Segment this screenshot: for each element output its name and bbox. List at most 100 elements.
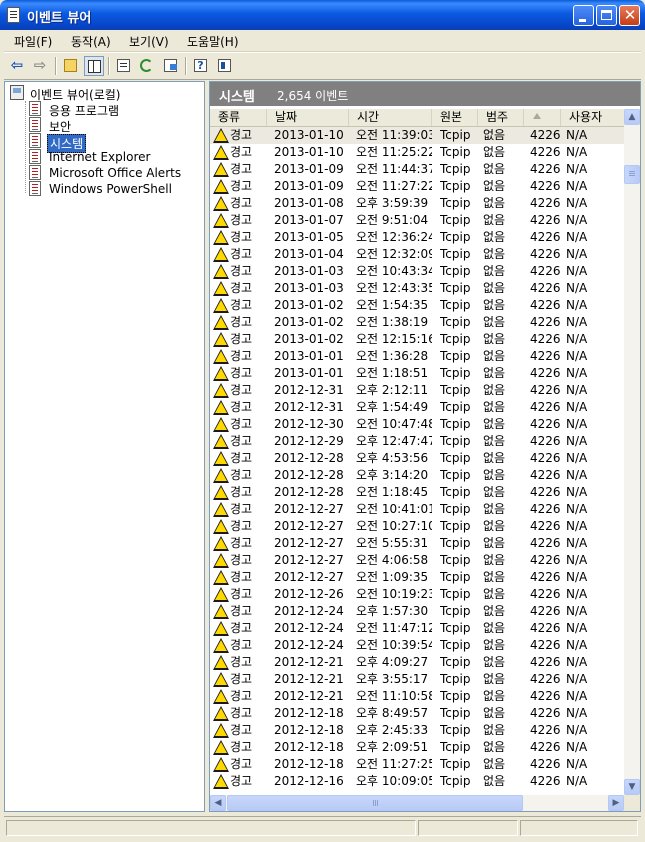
table-row[interactable]: 경고 2013-01-02 오전 1:54:35 Tcpip 없음 4226 N/A [210, 297, 624, 314]
menu-action[interactable]: 동작(A) [71, 33, 111, 50]
column-type[interactable]: 종류 [210, 109, 267, 126]
table-row[interactable]: 경고 2012-12-16 오후 10:09:05 Tcpip 없음 4226 N/A [210, 773, 624, 790]
warning-icon [213, 570, 229, 585]
table-row[interactable]: 경고 2012-12-24 오전 10:39:54 Tcpip 없음 4226 N/A [210, 637, 624, 654]
table-row[interactable]: 경고 2013-01-01 오전 1:36:28 Tcpip 없음 4226 N/A [210, 348, 624, 365]
column-time[interactable]: 시간 [349, 109, 432, 126]
maximize-button[interactable] [596, 5, 617, 26]
cell-category: 없음 [483, 638, 506, 652]
close-button[interactable]: ✕ [619, 5, 640, 26]
table-row[interactable]: 경고 2012-12-28 오후 4:53:56 Tcpip 없음 4226 N/A [210, 450, 624, 467]
table-row[interactable]: 경고 2013-01-03 오전 12:43:35 Tcpip 없음 4226 N/A [210, 280, 624, 297]
table-row[interactable]: 경고 2012-12-18 오전 11:27:25 Tcpip 없음 4226 N/A [210, 756, 624, 773]
column-date[interactable]: 날짜 [267, 109, 349, 126]
table-row[interactable]: 경고 2013-01-02 오전 12:15:16 Tcpip 없음 4226 N/A [210, 331, 624, 348]
table-row[interactable]: 경고 2012-12-21 오전 11:10:58 Tcpip 없음 4226 N/A [210, 688, 624, 705]
vertical-scroll-thumb[interactable] [624, 165, 640, 184]
warning-icon [213, 638, 229, 653]
cell-time: 오전 1:54:35 [356, 298, 429, 312]
horizontal-scrollbar[interactable]: ◀ ▶ [210, 795, 624, 811]
back-button[interactable]: ⇦ [7, 56, 27, 76]
table-row[interactable]: 경고 2012-12-27 오전 1:09:35 Tcpip 없음 4226 N/A [210, 569, 624, 586]
column-source[interactable]: 원본 [432, 109, 478, 126]
table-row[interactable]: 경고 2013-01-01 오전 1:18:51 Tcpip 없음 4226 N/A [210, 365, 624, 382]
cell-date: 2012-12-18 [274, 757, 344, 771]
scroll-right-button[interactable]: ▶ [608, 795, 624, 811]
menu-view[interactable]: 보기(V) [129, 33, 169, 50]
table-row[interactable]: 경고 2012-12-31 오후 2:12:11 Tcpip 없음 4226 N/A [210, 382, 624, 399]
table-row[interactable]: 경고 2013-01-08 오후 3:59:39 Tcpip 없음 4226 N/A [210, 195, 624, 212]
cell-date: 2013-01-02 [274, 298, 344, 312]
table-row[interactable]: 경고 2012-12-21 오후 4:09:27 Tcpip 없음 4226 N/A [210, 654, 624, 671]
table-row[interactable]: 경고 2012-12-28 오후 3:14:20 Tcpip 없음 4226 N/A [210, 467, 624, 484]
table-row[interactable]: 경고 2012-12-24 오전 11:47:12 Tcpip 없음 4226 N/A [210, 620, 624, 637]
cell-type: 경고 [230, 230, 253, 244]
console-tree[interactable]: 이벤트 뷰어(로컬) 응용 프로그램 보안 시스템 Internet Explo… [4, 81, 205, 812]
menu-help[interactable]: 도움말(H) [187, 33, 239, 50]
table-row[interactable]: 경고 2012-12-27 오전 10:27:10 Tcpip 없음 4226 N/A [210, 518, 624, 535]
table-row[interactable]: 경고 2012-12-28 오전 1:18:45 Tcpip 없음 4226 N/A [210, 484, 624, 501]
table-row[interactable]: 경고 2012-12-27 오전 10:41:01 Tcpip 없음 4226 N/A [210, 501, 624, 518]
cell-time: 오후 4:53:56 [356, 451, 429, 465]
show-hide-tree-button[interactable] [84, 56, 104, 76]
table-row[interactable]: 경고 2013-01-09 오전 11:27:22 Tcpip 없음 4226 N/A [210, 178, 624, 195]
scrollbar-corner [624, 795, 640, 811]
cell-type: 경고 [230, 128, 253, 142]
warning-icon [213, 281, 229, 296]
scroll-left-button[interactable]: ◀ [210, 795, 226, 811]
cell-source: Tcpip [440, 315, 471, 329]
view-pane-icon [218, 59, 231, 72]
warning-icon [213, 383, 229, 398]
horizontal-scroll-thumb[interactable] [227, 795, 523, 811]
menu-file[interactable]: 파일(F) [14, 33, 52, 50]
cell-date: 2013-01-01 [274, 366, 344, 380]
column-user[interactable]: 사용자 [561, 109, 624, 126]
cell-id: 4226 [530, 128, 560, 142]
cell-time: 오후 1:54:49 [356, 400, 429, 414]
table-row[interactable]: 경고 2012-12-18 오후 8:49:57 Tcpip 없음 4226 N/A [210, 705, 624, 722]
cell-date: 2012-12-31 [274, 400, 344, 414]
cell-time: 오후 8:49:57 [356, 706, 429, 720]
cell-date: 2013-01-05 [274, 230, 344, 244]
scroll-down-button[interactable]: ▼ [624, 779, 640, 795]
column-category[interactable]: 범주 [478, 109, 524, 126]
vertical-scrollbar[interactable]: ▲ ▼ [624, 109, 640, 795]
help-button[interactable]: ? [191, 56, 211, 76]
minimize-button[interactable] [573, 5, 594, 26]
scroll-up-button[interactable]: ▲ [624, 109, 640, 125]
table-row[interactable]: 경고 2013-01-05 오전 12:36:24 Tcpip 없음 4226 N/A [210, 229, 624, 246]
table-row[interactable]: 경고 2012-12-24 오후 1:57:30 Tcpip 없음 4226 N/A [210, 603, 624, 620]
up-one-level-button[interactable] [61, 56, 81, 76]
cell-type: 경고 [230, 332, 253, 346]
table-row[interactable]: 경고 2012-12-18 오후 2:09:51 Tcpip 없음 4226 N/A [210, 739, 624, 756]
table-row[interactable]: 경고 2013-01-09 오전 11:44:37 Tcpip 없음 4226 N/A [210, 161, 624, 178]
export-list-button[interactable] [161, 56, 181, 76]
properties-button[interactable] [114, 56, 134, 76]
table-row[interactable]: 경고 2013-01-07 오전 9:51:04 Tcpip 없음 4226 N/A [210, 212, 624, 229]
column-event-id[interactable] [524, 109, 561, 126]
event-list[interactable]: 경고 2013-01-10 오전 11:39:03 Tcpip 없음 4226 N/A 경고 2… [210, 127, 624, 797]
table-row[interactable]: 경고 2013-01-03 오전 10:43:34 Tcpip 없음 4226 N/A [210, 263, 624, 280]
table-row[interactable]: 경고 2012-12-27 오전 5:55:31 Tcpip 없음 4226 N/A [210, 535, 624, 552]
table-row[interactable]: 경고 2012-12-29 오후 12:47:47 Tcpip 없음 4226 N/A [210, 433, 624, 450]
refresh-button[interactable] [137, 56, 157, 76]
warning-icon [213, 230, 229, 245]
cell-user: N/A [566, 332, 588, 346]
title-bar[interactable]: 이벤트 뷰어 ✕ [0, 0, 645, 30]
cell-type: 경고 [230, 196, 253, 210]
table-row[interactable]: 경고 2012-12-27 오전 4:06:58 Tcpip 없음 4226 N/A [210, 552, 624, 569]
forward-button[interactable]: ⇨ [30, 56, 50, 76]
table-row[interactable]: 경고 2012-12-18 오후 2:45:33 Tcpip 없음 4226 N/A [210, 722, 624, 739]
table-row[interactable]: 경고 2013-01-10 오전 11:25:22 Tcpip 없음 4226 N/A [210, 144, 624, 161]
status-bar [4, 816, 641, 839]
table-row[interactable]: 경고 2012-12-31 오후 1:54:49 Tcpip 없음 4226 N/A [210, 399, 624, 416]
table-row[interactable]: 경고 2012-12-30 오전 10:47:48 Tcpip 없음 4226 N/A [210, 416, 624, 433]
table-row[interactable]: 경고 2012-12-21 오후 3:55:17 Tcpip 없음 4226 N/A [210, 671, 624, 688]
warning-icon [213, 128, 229, 143]
warning-icon [213, 349, 229, 364]
view-button[interactable] [215, 56, 235, 76]
table-row[interactable]: 경고 2012-12-26 오전 10:19:23 Tcpip 없음 4226 N/A [210, 586, 624, 603]
table-row[interactable]: 경고 2013-01-10 오전 11:39:03 Tcpip 없음 4226 N/A [210, 127, 624, 144]
table-row[interactable]: 경고 2013-01-04 오전 12:32:09 Tcpip 없음 4226 N/A [210, 246, 624, 263]
table-row[interactable]: 경고 2013-01-02 오전 1:38:19 Tcpip 없음 4226 N/A [210, 314, 624, 331]
